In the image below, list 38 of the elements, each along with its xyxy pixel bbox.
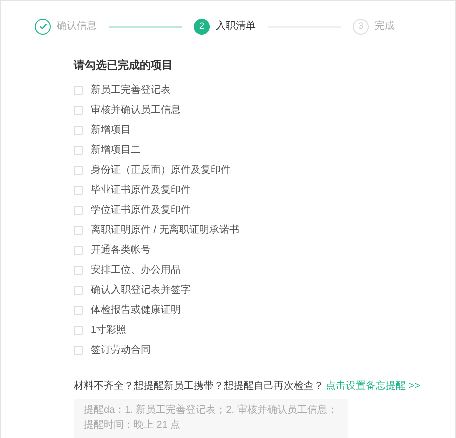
checkbox[interactable] xyxy=(74,306,83,314)
checklist-item-label: 确认入职登记表并签字 xyxy=(91,284,191,298)
reminder-text: 提醒时间：晚上 21 点 xyxy=(84,419,182,432)
checkbox[interactable] xyxy=(74,246,83,254)
checkbox[interactable] xyxy=(74,126,83,134)
checklist-item-label: 新增项目二 xyxy=(91,144,141,158)
set-reminder-link[interactable]: 点击设置备忘提醒 >> xyxy=(326,379,420,394)
checkbox[interactable] xyxy=(74,226,83,234)
step-label: 完成 xyxy=(375,20,395,34)
checklist-item-label: 学位证书原件及复印件 xyxy=(91,204,191,218)
checkbox[interactable] xyxy=(74,266,83,274)
checklist-item-label: 1寸彩照 xyxy=(91,324,127,338)
checkbox[interactable] xyxy=(74,186,83,194)
checklist-item-label: 离职证明原件 / 无离职证明承诺书 xyxy=(91,224,240,238)
checklist-item-label: 签订劳动合同 xyxy=(91,344,151,358)
check-icon xyxy=(35,18,51,34)
checkbox[interactable] xyxy=(74,206,83,214)
reminder-text: 提醒da：1. 新员工完善登记表；2. 审核并确认员工信息； xyxy=(84,404,338,417)
checklist-item-label: 新增项目 xyxy=(91,124,131,138)
checkbox[interactable] xyxy=(74,346,83,354)
section-title: 请勾选已完成的项目 xyxy=(74,59,174,73)
checklist-item-label: 毕业证书原件及复印件 xyxy=(91,184,191,198)
checklist-item-label: 体检报告或健康证明 xyxy=(91,304,181,318)
checkbox[interactable] xyxy=(74,86,83,94)
checklist-item-label: 新员工完善登记表 xyxy=(91,84,171,98)
checkbox[interactable] xyxy=(74,146,83,154)
checkbox[interactable] xyxy=(74,326,83,334)
checklist-item-label: 身份证（正反面）原件及复印件 xyxy=(91,164,231,178)
checklist-item-label: 安排工位、办公用品 xyxy=(91,264,181,278)
step-number: 2 xyxy=(194,18,210,34)
step-label: 确认信息 xyxy=(57,20,97,34)
checklist-item-label: 审核并确认员工信息 xyxy=(91,104,181,118)
checkbox[interactable] xyxy=(74,286,83,294)
reminder-question: 材料不齐全？想提醒新员工携带？想提醒自己再次检查？ xyxy=(74,380,324,394)
step-label: 入职清单 xyxy=(216,20,256,34)
checkbox[interactable] xyxy=(74,106,83,114)
checkbox[interactable] xyxy=(74,166,83,174)
checklist-item-label: 开通各类帐号 xyxy=(91,244,151,258)
